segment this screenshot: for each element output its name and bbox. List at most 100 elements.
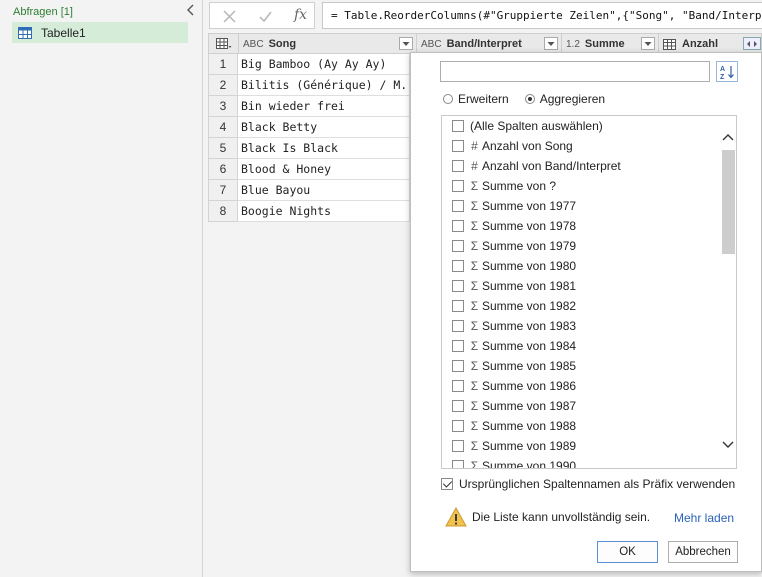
checkbox[interactable] [452,160,464,172]
song-cell[interactable]: Big Bamboo (Ay Ay Ay) [238,54,410,75]
list-item-label: (Alle Spalten auswählen) [470,119,603,133]
checkbox[interactable] [452,140,464,152]
prefix-option[interactable]: Ursprünglichen Spaltennamen als Präfix v… [441,477,735,491]
song-cell[interactable]: Bin wieder frei [238,96,410,117]
list-scrollbar[interactable] [720,116,736,468]
list-item[interactable]: Σ Summe von 1987 [452,396,576,416]
scrollbar-thumb[interactable] [722,150,735,254]
chevron-up-icon[interactable] [722,132,734,144]
song-cell[interactable]: Boogie Nights [238,201,410,222]
checkbox[interactable] [452,320,464,332]
list-item[interactable]: Σ Summe von 1977 [452,196,576,216]
check-icon[interactable] [258,9,273,24]
checkbox[interactable] [452,340,464,352]
column-header-band[interactable]: ABC Band/Interpret [417,34,562,54]
checkbox[interactable] [452,120,464,132]
table-row[interactable]: 2 Bilitis (Générique) / M... [208,75,410,96]
column-header-summe[interactable]: 1.2 Summe [562,34,659,54]
list-item-select-all[interactable]: (Alle Spalten auswählen) [452,116,603,136]
list-item-label: Summe von 1990 [482,459,577,469]
list-item[interactable]: Σ Summe von 1978 [452,216,576,236]
radio-aggregate-label[interactable]: Aggregieren [540,92,605,106]
radio-expand-label[interactable]: Erweitern [458,92,509,106]
checkbox[interactable] [452,440,464,452]
table-row[interactable]: 7 Blue Bayou [208,180,410,201]
checkbox[interactable] [452,300,464,312]
column-filter-dropdown[interactable] [641,37,655,50]
column-header-anzahl[interactable]: Anzahl [659,34,762,54]
checkbox[interactable] [452,200,464,212]
sort-az-button[interactable]: A Z [716,61,738,82]
queries-pane: Abfragen [1] Tabelle1 [0,0,203,577]
table-icon [18,26,32,39]
list-item[interactable]: Σ Summe von ? [452,176,556,196]
song-cell[interactable]: Blue Bayou [238,180,410,201]
column-header-song[interactable]: ABC Song [239,34,417,54]
chevron-down-icon [644,41,652,46]
list-item[interactable]: Σ Summe von 1988 [452,416,576,436]
list-item[interactable]: Σ Summe von 1990 [452,456,577,469]
list-item-label: Summe von 1977 [482,199,577,213]
list-item[interactable]: Σ Summe von 1986 [452,376,576,396]
checkbox[interactable] [452,260,464,272]
close-icon[interactable] [222,9,237,24]
checkbox[interactable] [452,360,464,372]
table-menu-button[interactable] [209,34,239,54]
list-item[interactable]: Σ Summe von 1984 [452,336,576,356]
chevron-left-icon[interactable] [184,3,198,17]
checkbox[interactable] [452,380,464,392]
ok-button[interactable]: OK [597,541,658,563]
row-number: 5 [208,138,238,159]
list-item-label: Summe von 1985 [482,359,577,373]
table-row[interactable]: 5 Black Is Black [208,138,410,159]
song-cell[interactable]: Black Is Black [238,138,410,159]
table-row[interactable]: 1 Big Bamboo (Ay Ay Ay) [208,54,410,75]
prefix-checkbox[interactable] [441,478,453,490]
cancel-button[interactable]: Abbrechen [668,541,738,563]
column-header-label: Anzahl [682,38,719,50]
song-cell[interactable]: Blood & Honey [238,159,410,180]
checkbox[interactable] [452,220,464,232]
chevron-down-icon[interactable] [722,438,734,450]
table-row[interactable]: 6 Blood & Honey [208,159,410,180]
formula-input[interactable]: = Table.ReorderColumns(#"Gruppierte Zeil… [322,2,762,29]
table-row[interactable]: 8 Boogie Nights [208,201,410,222]
list-item-label: Summe von 1983 [482,319,577,333]
chevron-down-icon [547,41,555,46]
row-number: 2 [208,75,238,96]
query-item-tabelle1[interactable]: Tabelle1 [12,22,188,43]
checkbox[interactable] [452,240,464,252]
song-cell[interactable]: Bilitis (Générique) / M... [238,75,410,96]
sigma-icon: Σ [470,239,479,253]
list-item[interactable]: Σ Summe von 1982 [452,296,576,316]
table-row[interactable]: 3 Bin wieder frei [208,96,410,117]
checkbox[interactable] [452,460,464,468]
list-item[interactable]: # Anzahl von Band/Interpret [452,156,621,176]
list-item[interactable]: Σ Summe von 1989 [452,436,576,456]
table-row[interactable]: 4 Black Betty [208,117,410,138]
checkbox[interactable] [452,400,464,412]
list-item[interactable]: Σ Summe von 1980 [452,256,576,276]
sigma-icon: Σ [470,319,479,333]
prefix-checkbox-label[interactable]: Ursprünglichen Spaltennamen als Präfix v… [459,477,735,491]
checkbox[interactable] [452,280,464,292]
checkbox[interactable] [452,420,464,432]
list-item[interactable]: Σ Summe von 1981 [452,276,576,296]
list-item[interactable]: Σ Summe von 1983 [452,316,576,336]
column-filter-dropdown[interactable] [544,37,558,50]
sort-az-icon: A Z [720,65,734,80]
checkbox[interactable] [452,180,464,192]
fx-icon[interactable]: fx [294,7,307,23]
expand-column-button[interactable] [743,37,761,50]
queries-header: Abfragen [1] [13,6,73,18]
column-filter-dropdown[interactable] [399,37,413,50]
list-item[interactable]: Σ Summe von 1985 [452,356,576,376]
column-search-input[interactable] [440,61,710,82]
load-more-link[interactable]: Mehr laden [674,511,734,525]
svg-text:A: A [720,66,725,73]
list-item[interactable]: # Anzahl von Song [452,136,573,156]
radio-expand[interactable] [443,94,453,104]
radio-aggregate[interactable] [524,94,535,104]
list-item[interactable]: Σ Summe von 1979 [452,236,576,256]
song-cell[interactable]: Black Betty [238,117,410,138]
